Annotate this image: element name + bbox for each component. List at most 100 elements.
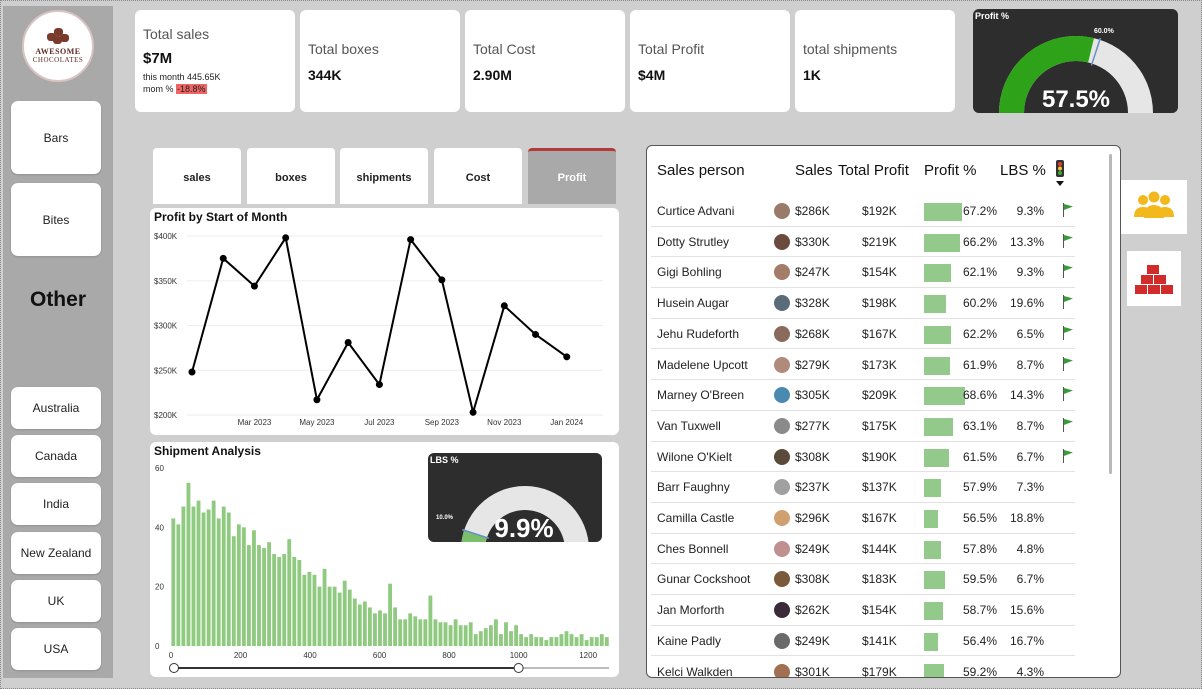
table-row[interactable]: Curtice Advani $286K $192K 67.2% 9.3%: [651, 196, 1075, 227]
tab-profit[interactable]: Profit: [528, 148, 616, 204]
histogram-bar: [433, 619, 438, 646]
avatar: [774, 325, 790, 342]
profit-pct-bar: [924, 203, 962, 221]
histogram-bar: [262, 548, 266, 646]
histogram-bar: [292, 557, 297, 646]
profit-value: $190K: [862, 449, 897, 464]
avatar: [774, 387, 790, 404]
histogram-bar: [413, 616, 418, 646]
country-button-uk[interactable]: UK: [11, 580, 101, 622]
table-row[interactable]: Barr Faughny $237K $137K 57.9% 7.3%: [651, 472, 1075, 503]
tab-cost[interactable]: Cost: [434, 148, 522, 204]
y-tick-label: $200K: [154, 411, 178, 420]
table-row[interactable]: Wilone O'Kielt $308K $190K 61.5% 6.7%: [651, 442, 1075, 473]
histogram-bar: [342, 580, 347, 646]
sales-person-name: Husein Augar: [657, 296, 730, 311]
tab-shipments[interactable]: shipments: [340, 148, 428, 204]
tab-sales[interactable]: sales: [153, 148, 241, 204]
profit-pct-bar: [924, 632, 939, 651]
table-row[interactable]: Ches Bonnell $249K $144K 57.8% 4.8%: [651, 534, 1075, 565]
table-row[interactable]: Kelci Walkden $301K $179K 59.2% 4.3%: [651, 657, 1075, 678]
country-button-canada[interactable]: Canada: [11, 435, 101, 477]
histogram-bar: [483, 628, 488, 646]
flag-icon: [1063, 387, 1073, 402]
histogram-bar: [604, 637, 609, 646]
header-sales-person[interactable]: Sales person: [657, 162, 745, 179]
histogram-bar: [367, 607, 372, 646]
gauge-target-label: 60.0%: [1094, 28, 1115, 35]
histogram-bar: [186, 482, 191, 646]
category-button-bites[interactable]: Bites: [11, 183, 101, 256]
people-icon-button[interactable]: [1121, 180, 1187, 234]
profit-pct-value: 60.2%: [963, 296, 998, 311]
table-row[interactable]: Dotty Strutley $330K $219K 66.2% 13.3%: [651, 227, 1075, 258]
table-row[interactable]: Jan Morforth $262K $154K 58.7% 15.6%: [651, 595, 1075, 626]
data-point: [219, 254, 227, 262]
table-row[interactable]: Gunar Cockshoot $308K $183K 59.5% 6.7%: [651, 564, 1075, 596]
histogram-bar: [302, 574, 307, 646]
traffic-light-icon: [1056, 160, 1064, 186]
histogram-bar: [236, 524, 241, 646]
profit-value: $192K: [862, 204, 897, 218]
header-lbs-pct[interactable]: LBS %: [1000, 162, 1046, 179]
category-button-bars[interactable]: Bars: [11, 101, 101, 174]
kpi-total-boxes: Total boxes 344K: [300, 10, 460, 112]
data-point: [375, 381, 383, 389]
profit-pct-value: 56.5%: [963, 511, 998, 525]
table-row[interactable]: Van Tuxwell $277K $175K 63.1% 8.7%: [651, 411, 1075, 442]
people-icon: [1134, 191, 1174, 218]
profit-pct-bar: [924, 417, 953, 436]
sales-value: $268K: [795, 326, 830, 341]
data-point: [407, 236, 415, 244]
table-row[interactable]: Marney O'Breen $305K $209K 68.6% 14.3%: [651, 380, 1075, 411]
tab-boxes[interactable]: boxes: [247, 148, 335, 204]
table-row[interactable]: Kaine Padly $249K $141K 56.4% 16.7%: [651, 626, 1075, 657]
country-button-india[interactable]: India: [11, 483, 101, 525]
sales-person-name: Madelene Upcott: [657, 357, 748, 372]
profit-line-chart: $200K $250K $300K $350K $400K Mar 2023 May 202…: [154, 232, 603, 427]
table-scrollbar[interactable]: [1109, 154, 1112, 474]
table-row[interactable]: Madelene Upcott $279K $173K 61.9% 8.7%: [651, 350, 1075, 381]
kpi-mom: mom % -18.8%: [143, 83, 287, 95]
range-slider-min-handle[interactable]: [169, 663, 179, 673]
profit-pct-bar: [924, 602, 944, 621]
table-row[interactable]: Gigi Bohling $247K $154K 62.1% 9.3%: [651, 257, 1075, 289]
profit-pct-value: 61.9%: [963, 357, 998, 372]
histogram-bar: [579, 634, 584, 646]
header-profit-pct[interactable]: Profit %: [924, 162, 977, 179]
kpi-label: Total Cost: [473, 41, 536, 57]
x-tick-label: 200: [234, 651, 248, 660]
other-label: Other: [29, 288, 86, 311]
histogram-bar: [176, 524, 181, 646]
histogram-bar: [423, 619, 428, 646]
boxes-icon: [1135, 265, 1173, 294]
lbs-pct-value: 18.8%: [1009, 511, 1044, 525]
lbs-pct-value: 7.3%: [1016, 480, 1044, 495]
table-row[interactable]: Camilla Castle $296K $167K 56.5% 18.8%: [651, 503, 1075, 534]
x-tick-label: Sep 2023: [425, 418, 460, 427]
country-button-new-zealand[interactable]: New Zealand: [11, 532, 101, 574]
country-button-australia[interactable]: Australia: [11, 387, 101, 429]
sales-person-name: Curtice Advani: [657, 204, 735, 218]
avatar: [774, 510, 790, 526]
country-button-usa[interactable]: USA: [11, 628, 101, 670]
header-total-profit[interactable]: Total Profit: [838, 162, 909, 179]
histogram-bar: [534, 637, 539, 646]
sort-desc-icon: [1056, 181, 1064, 186]
range-slider-max-handle[interactable]: [513, 663, 524, 673]
kpi-total-sales: Total sales $7M this month 445.65K mom %…: [135, 10, 295, 112]
sales-value: $279K: [795, 357, 830, 372]
profit-value: $179K: [862, 664, 897, 678]
table-row[interactable]: Husein Augar $328K $198K 60.2% 19.6%: [651, 288, 1075, 319]
profit-value: $198K: [862, 296, 897, 311]
histogram-bar: [524, 637, 529, 646]
table-row[interactable]: Jehu Rudeforth $268K $167K 62.2% 6.5%: [651, 319, 1075, 350]
profit-value: $154K: [862, 603, 897, 618]
header-sales[interactable]: Sales: [795, 162, 833, 179]
profit-value: $175K: [862, 418, 897, 433]
histogram-bar: [196, 500, 201, 646]
sales-value: $305K: [795, 388, 830, 403]
profit-value: $173K: [862, 357, 897, 372]
kpi-value: 1K: [803, 67, 821, 83]
boxes-icon-button[interactable]: [1127, 251, 1181, 306]
